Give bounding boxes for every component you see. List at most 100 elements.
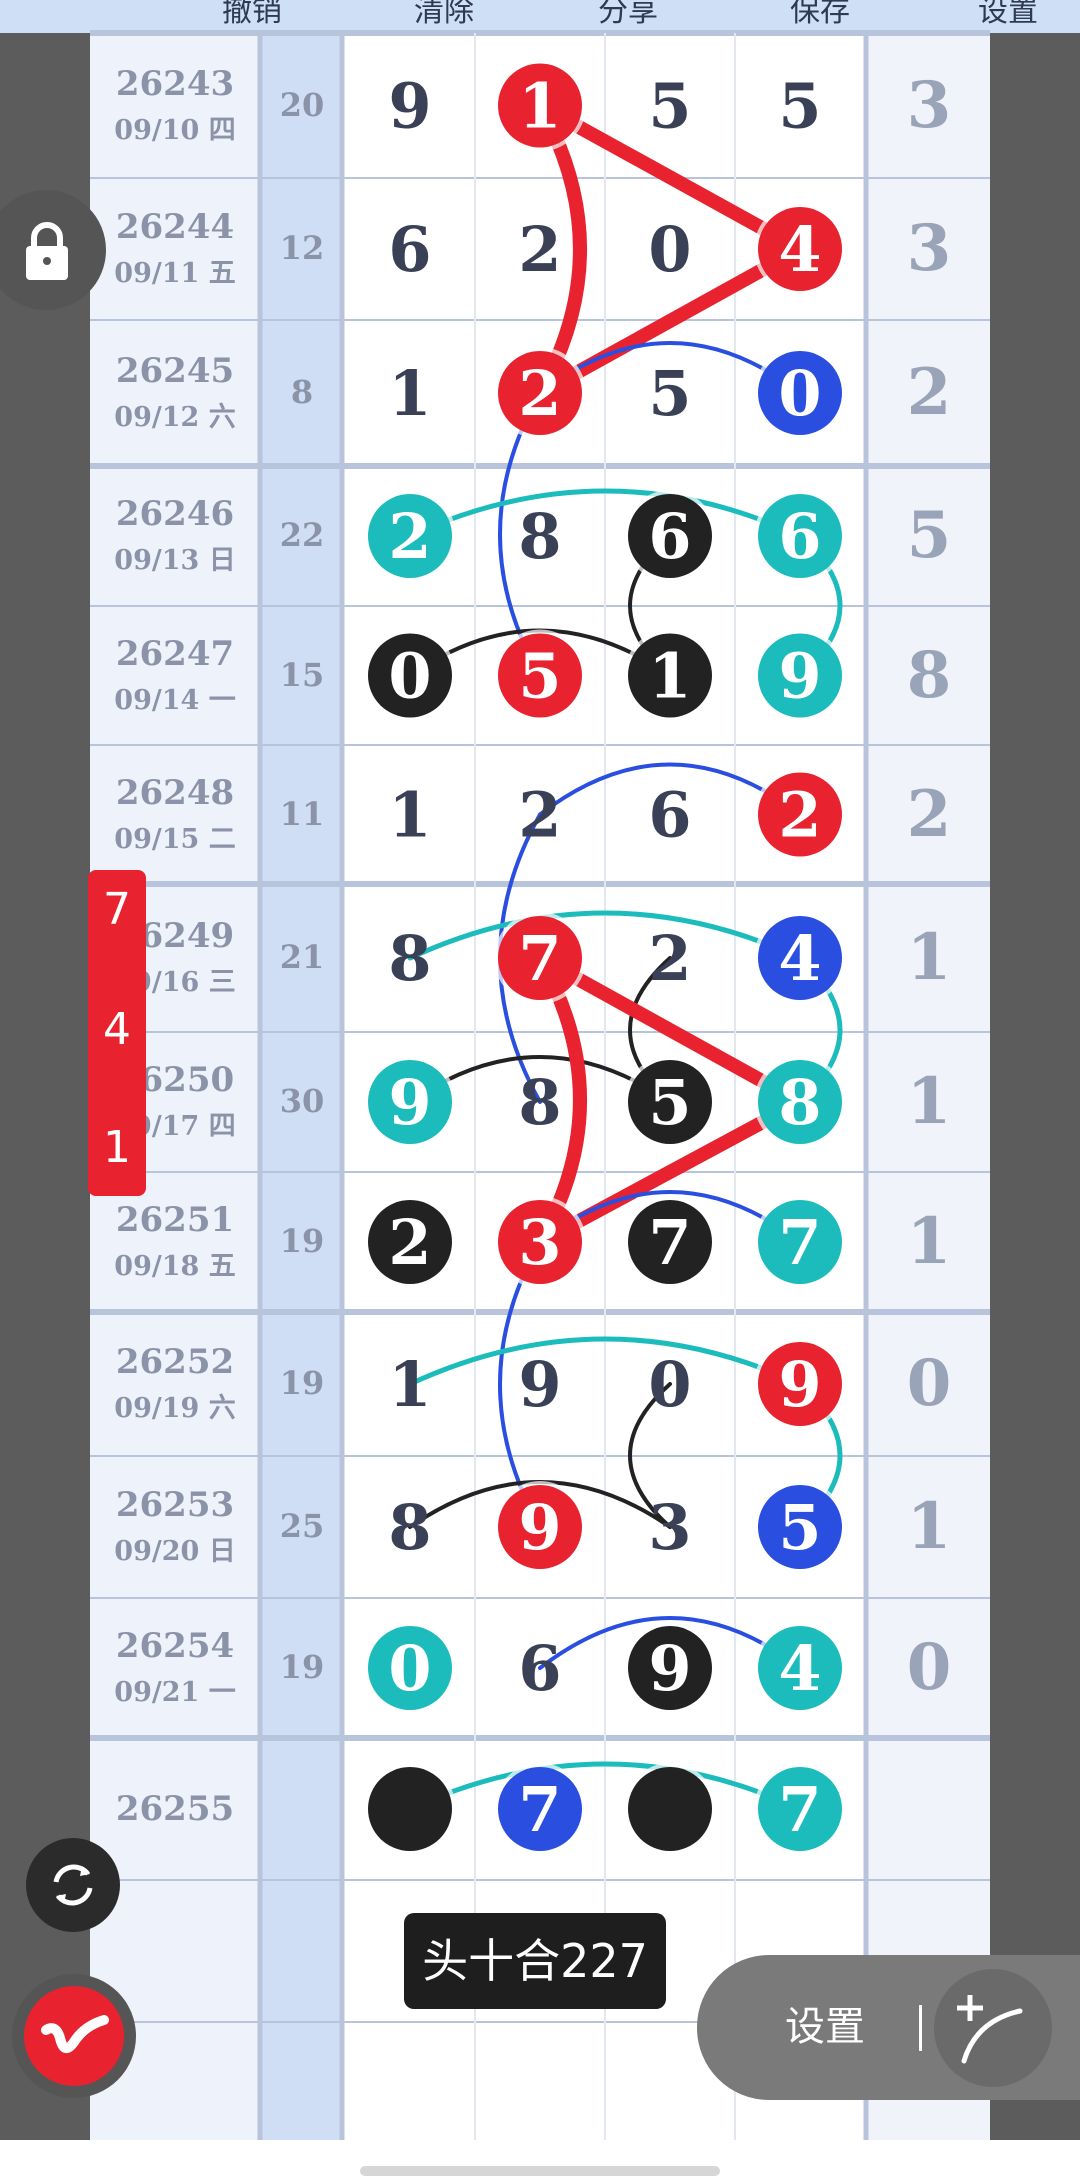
digit-cell[interactable]: 2 <box>754 768 846 861</box>
digit-cell[interactable]: 5 <box>754 1481 846 1573</box>
digit-cell[interactable]: 3 <box>648 1491 691 1564</box>
digit-cell[interactable]: 3 <box>494 1196 586 1288</box>
digit-cell[interactable]: 7 <box>754 1763 846 1855</box>
digit-cell[interactable]: 5 <box>648 357 691 430</box>
sum-value: 25 <box>279 1507 325 1545</box>
digit-cell[interactable]: 6 <box>648 779 691 852</box>
digit-cell[interactable]: 6 <box>754 490 846 582</box>
digit-text: 0 <box>388 640 431 713</box>
digit-cell[interactable]: 4 <box>754 1622 846 1714</box>
digit-cell[interactable]: 2 <box>518 779 561 852</box>
toast-message: 头十合227 <box>404 1913 666 2009</box>
digit-cell[interactable]: 5 <box>494 629 586 722</box>
digit-text: 1 <box>648 640 691 713</box>
period-date: 09/11 五 <box>114 258 236 289</box>
digit-cell[interactable]: 9 <box>754 629 846 722</box>
period-date: 09/12 六 <box>114 402 236 433</box>
digit-cell[interactable]: 9 <box>754 1338 846 1430</box>
digit-cell[interactable]: 1 <box>494 59 586 152</box>
digit-cell[interactable]: 1 <box>388 779 431 852</box>
sum-value: 19 <box>279 1364 325 1402</box>
digit-cell[interactable]: 6 <box>518 1632 561 1705</box>
digit-text: 2 <box>518 213 561 286</box>
digit-cell[interactable]: 2 <box>364 1196 456 1288</box>
span-value: 2 <box>906 355 952 430</box>
digit-cell[interactable]: 8 <box>754 1056 846 1148</box>
digit-text: 4 <box>778 213 821 286</box>
digit-cell[interactable]: 2 <box>648 922 691 995</box>
digit-cell[interactable]: 0 <box>364 629 456 722</box>
digit-text: 8 <box>388 1491 431 1564</box>
settings-label: 设置 <box>785 2004 865 2050</box>
digit-text: 9 <box>518 1491 561 1564</box>
sum-value: 15 <box>279 655 325 694</box>
digit-cell[interactable]: 0 <box>754 347 846 439</box>
period-date: 09/20 日 <box>114 1536 236 1567</box>
digit-cell[interactable]: 7 <box>624 1196 716 1288</box>
digit-cell[interactable]: 0 <box>648 1348 691 1421</box>
digit-cell[interactable]: 9 <box>624 1622 716 1714</box>
lock-button[interactable] <box>0 190 106 310</box>
digit-cell[interactable]: 5 <box>778 70 821 143</box>
digit-cell[interactable]: 0 <box>364 1622 456 1714</box>
digit-cell[interactable]: 4 <box>754 912 846 1004</box>
digit-cell[interactable]: 7 <box>494 1763 586 1855</box>
period-number: 26254 <box>115 1626 235 1666</box>
digit-cell[interactable]: 2 <box>364 490 456 582</box>
digit-cell[interactable]: 8 <box>388 922 431 995</box>
span-value: 1 <box>906 1489 952 1564</box>
digit-cell[interactable]: 6 <box>388 213 431 286</box>
sum-value: 30 <box>279 1082 325 1120</box>
digit-cell[interactable]: 1 <box>624 629 716 722</box>
digit-text: 9 <box>648 1632 691 1705</box>
digit-text: 7 <box>518 922 561 995</box>
digit-cell[interactable]: 7 <box>494 912 586 1004</box>
digit-text: 5 <box>518 640 561 713</box>
digit-cell[interactable]: 1 <box>388 357 431 430</box>
digit-cell[interactable]: 4 <box>754 203 846 295</box>
digit-cell[interactable]: 5 <box>648 70 691 143</box>
refresh-icon <box>53 1864 93 1906</box>
digit-cell[interactable]: 1 <box>388 1348 431 1421</box>
red-tab-value: 7 <box>103 884 131 935</box>
period-number: 26243 <box>115 63 235 104</box>
digit-cell[interactable] <box>364 1763 456 1855</box>
digit-text: 5 <box>648 70 691 143</box>
red-number-tab[interactable]: 7 4 1 <box>88 870 146 1196</box>
digit-text: 2 <box>388 1206 431 1279</box>
digit-cell[interactable]: 2 <box>494 347 586 439</box>
span-value: 1 <box>906 1064 952 1139</box>
app-logo-button[interactable] <box>12 1974 136 2098</box>
settings-pill[interactable]: 设置 <box>697 1955 1080 2100</box>
period-number: 26244 <box>115 207 235 247</box>
red-tab-value: 4 <box>103 1004 131 1055</box>
sum-value: 12 <box>279 229 325 267</box>
digit-cell[interactable]: 5 <box>624 1056 716 1148</box>
pen-button[interactable] <box>934 1969 1052 2087</box>
digit-cell[interactable]: 9 <box>364 1056 456 1148</box>
digit-cell[interactable]: 8 <box>518 1066 561 1139</box>
refresh-button[interactable] <box>26 1838 120 1932</box>
period-number: 26247 <box>115 633 235 674</box>
span-value: 0 <box>906 1630 952 1705</box>
digit-cell[interactable]: 6 <box>624 490 716 582</box>
digit-cell[interactable]: 9 <box>494 1481 586 1573</box>
digit-text: 1 <box>518 70 561 143</box>
sum-value: 8 <box>290 373 314 411</box>
digit-text: 2 <box>388 500 431 573</box>
digit-cell[interactable]: 9 <box>518 1348 561 1421</box>
digit-text: 3 <box>518 1206 561 1279</box>
digit-cell[interactable]: 7 <box>754 1196 846 1288</box>
digit-cell[interactable] <box>624 1763 716 1855</box>
digit-cell[interactable]: 9 <box>388 70 431 143</box>
digit-cell[interactable]: 2 <box>518 213 561 286</box>
digit-text: 9 <box>778 640 821 713</box>
digit-text: 0 <box>648 1348 691 1421</box>
digit-cell[interactable]: 0 <box>648 213 691 286</box>
period-number: 26255 <box>115 1789 235 1829</box>
digit-cell[interactable]: 8 <box>388 1491 431 1564</box>
digit-cell[interactable]: 8 <box>518 500 561 573</box>
period-date: 09/18 五 <box>114 1251 236 1282</box>
digit-text: 7 <box>778 1206 821 1279</box>
digit-text: 6 <box>778 500 821 573</box>
